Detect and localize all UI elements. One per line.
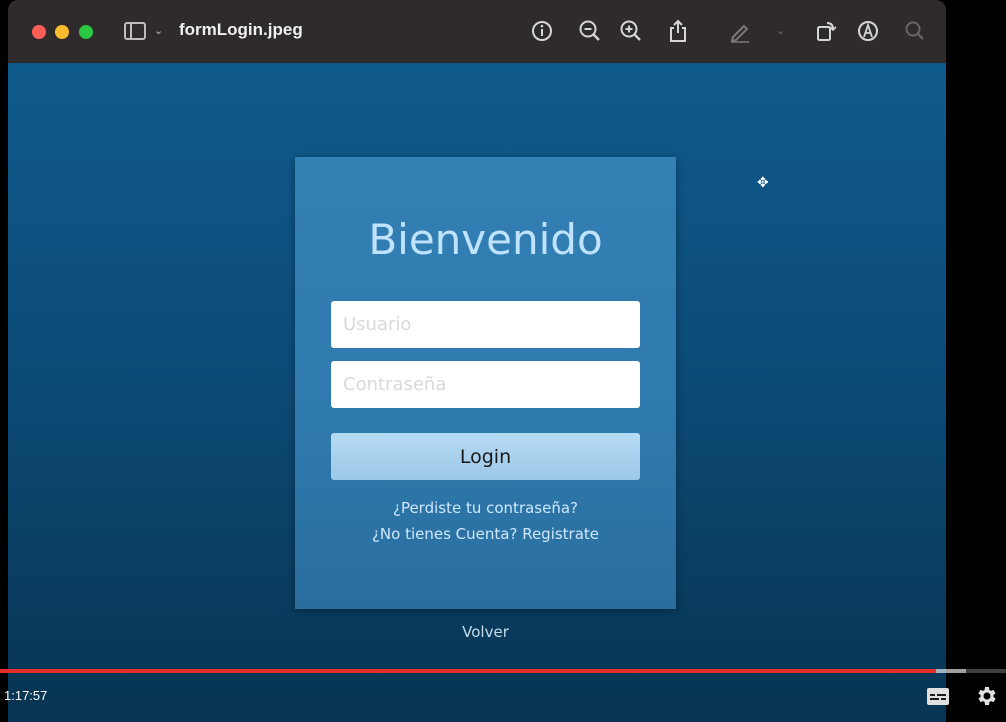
preview-window: ⌄ formLogin.jpeg ⌄ Bienvenido Usuario Lo… <box>8 0 946 722</box>
buffered-bar <box>936 669 966 673</box>
markup-pen-icon[interactable] <box>727 18 753 44</box>
markup-chevron-icon[interactable]: ⌄ <box>776 24 785 37</box>
share-icon[interactable] <box>665 18 691 44</box>
back-link[interactable]: Volver <box>295 623 676 641</box>
markup-toolbar-icon[interactable] <box>855 18 881 44</box>
move-cursor-icon: ✥ <box>757 175 769 191</box>
gear-icon[interactable] <box>974 684 998 708</box>
zoom-in-icon[interactable] <box>618 18 644 44</box>
login-card: Bienvenido Login ¿Perdiste tu contraseña… <box>295 157 676 609</box>
video-progress-bar[interactable] <box>0 669 1006 673</box>
maximize-window-button[interactable] <box>79 25 93 39</box>
chevron-down-icon[interactable]: ⌄ <box>154 24 163 37</box>
forgot-password-link[interactable]: ¿Perdiste tu contraseña? <box>295 499 676 517</box>
window-title: formLogin.jpeg <box>179 20 303 39</box>
login-button[interactable]: Login <box>331 433 640 480</box>
register-link[interactable]: ¿No tienes Cuenta? Registrate <box>295 525 676 543</box>
info-icon[interactable] <box>529 18 555 44</box>
title-bar: ⌄ formLogin.jpeg ⌄ <box>8 0 946 63</box>
subtitles-icon[interactable] <box>927 688 949 705</box>
welcome-heading: Bienvenido <box>368 215 603 264</box>
search-icon[interactable] <box>902 18 928 44</box>
password-input[interactable] <box>331 361 640 408</box>
close-window-button[interactable] <box>32 25 46 39</box>
image-canvas: Bienvenido Login ¿Perdiste tu contraseña… <box>8 63 946 722</box>
sidebar-toggle-icon[interactable] <box>124 22 146 40</box>
username-input[interactable] <box>331 301 640 348</box>
minimize-window-button[interactable] <box>55 25 69 39</box>
video-time: 1:17:57 <box>4 688 48 703</box>
zoom-out-icon[interactable] <box>577 18 603 44</box>
played-bar <box>0 669 936 673</box>
rotate-icon[interactable] <box>813 18 839 44</box>
